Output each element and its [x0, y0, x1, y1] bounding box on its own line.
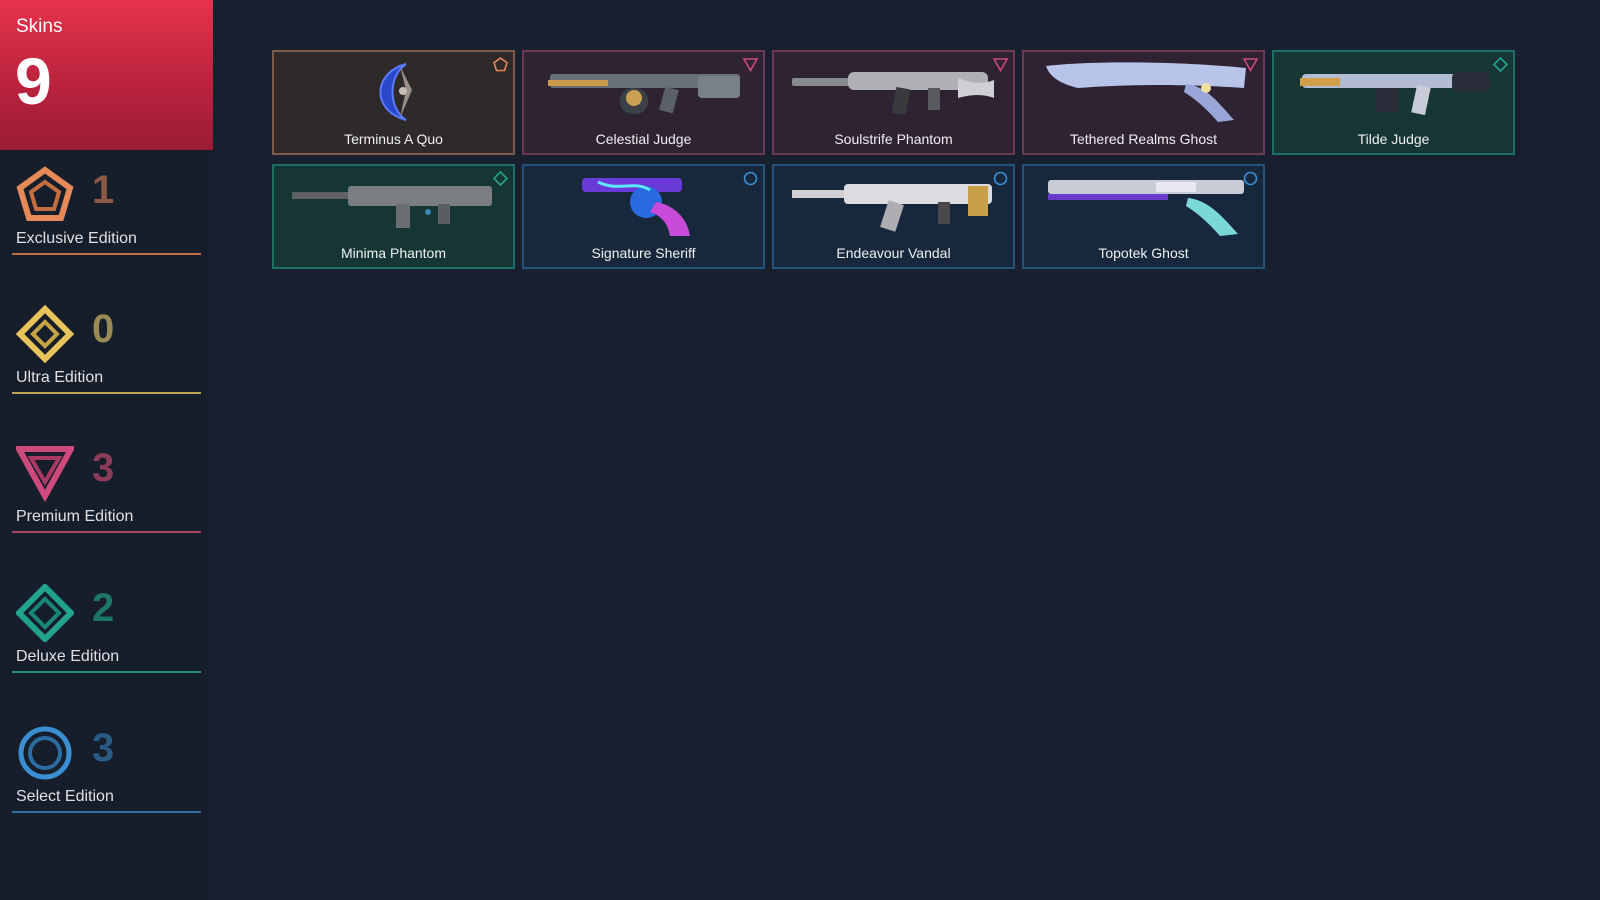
tier-ultra[interactable]: 0 Ultra Edition	[12, 305, 201, 405]
shotgun-icon	[1300, 72, 1490, 116]
rifle-icon	[792, 72, 994, 116]
select-edition-icon	[1243, 171, 1258, 186]
skin-card[interactable]: Minima Phantom	[272, 164, 515, 269]
exclusive-edition-icon	[16, 166, 74, 221]
premium-edition-icon	[1243, 58, 1258, 72]
select-edition-icon	[993, 171, 1008, 186]
pistol-icon	[1048, 180, 1244, 236]
tier-divider	[12, 253, 201, 255]
skin-card[interactable]: Terminus A Quo	[272, 50, 515, 155]
rifle-icon	[792, 184, 992, 232]
skins-total-panel: Skins 9	[0, 0, 213, 150]
tier-count: 1	[92, 168, 115, 212]
tier-exclusive[interactable]: 1 Exclusive Edition	[12, 166, 201, 266]
revolver-icon	[582, 178, 690, 236]
skin-card[interactable]: Signature Sheriff	[522, 164, 765, 269]
skin-name: Tilde Judge	[1357, 131, 1430, 147]
premium-edition-icon	[16, 446, 74, 502]
melee-blade-icon	[379, 63, 412, 121]
skin-card[interactable]: Topotek Ghost	[1022, 164, 1265, 269]
tier-divider	[12, 531, 201, 533]
skin-card[interactable]: Celestial Judge	[522, 50, 765, 155]
select-edition-icon	[18, 726, 72, 780]
skin-name: Celestial Judge	[595, 131, 692, 147]
skin-name: Minima Phantom	[340, 245, 447, 261]
tier-label: Exclusive Edition	[16, 230, 137, 247]
tier-count: 3	[92, 726, 115, 770]
skin-card[interactable]: Soulstrife Phantom	[772, 50, 1015, 155]
skins-total-count: 9	[15, 44, 52, 118]
skins-total-label: Skins	[16, 16, 63, 37]
tier-label: Premium Edition	[16, 508, 134, 525]
premium-edition-icon	[993, 58, 1008, 72]
premium-edition-icon	[743, 58, 758, 72]
tier-label: Select Edition	[16, 788, 114, 805]
tier-label: Ultra Edition	[16, 369, 104, 386]
tier-divider	[12, 811, 201, 813]
tier-premium[interactable]: 3 Premium Edition	[12, 444, 201, 544]
skin-card[interactable]: Tethered Realms Ghost	[1022, 50, 1265, 155]
tier-divider	[12, 392, 201, 394]
skin-card[interactable]: Endeavour Vandal	[772, 164, 1015, 269]
pistol-icon	[1046, 62, 1246, 122]
tier-count: 2	[92, 586, 115, 630]
skin-name: Endeavour Vandal	[836, 245, 951, 261]
tier-divider	[12, 671, 201, 673]
skin-name: Topotek Ghost	[1098, 245, 1189, 261]
deluxe-edition-icon	[493, 171, 508, 186]
tier-deluxe[interactable]: 2 Deluxe Edition	[12, 584, 201, 684]
tier-count: 0	[92, 307, 115, 351]
shotgun-icon	[548, 74, 740, 114]
rifle-icon	[292, 186, 492, 228]
skin-name: Signature Sheriff	[591, 245, 696, 261]
deluxe-edition-icon	[1493, 57, 1508, 72]
select-edition-icon	[743, 171, 758, 186]
skin-name: Soulstrife Phantom	[834, 131, 953, 147]
skin-card[interactable]: Tilde Judge	[1272, 50, 1515, 155]
exclusive-edition-icon	[493, 57, 508, 72]
ultra-edition-icon	[16, 305, 74, 363]
skin-name: Tethered Realms Ghost	[1069, 131, 1218, 147]
skin-name: Terminus A Quo	[344, 131, 443, 147]
tier-select[interactable]: 3 Select Edition	[12, 724, 201, 824]
tier-label: Deluxe Edition	[16, 648, 120, 665]
tier-count: 3	[92, 446, 115, 490]
deluxe-edition-icon	[16, 584, 74, 642]
sidebar: Skins 9 1 Exclusive Edition 0 Ultra Edit…	[0, 0, 213, 900]
